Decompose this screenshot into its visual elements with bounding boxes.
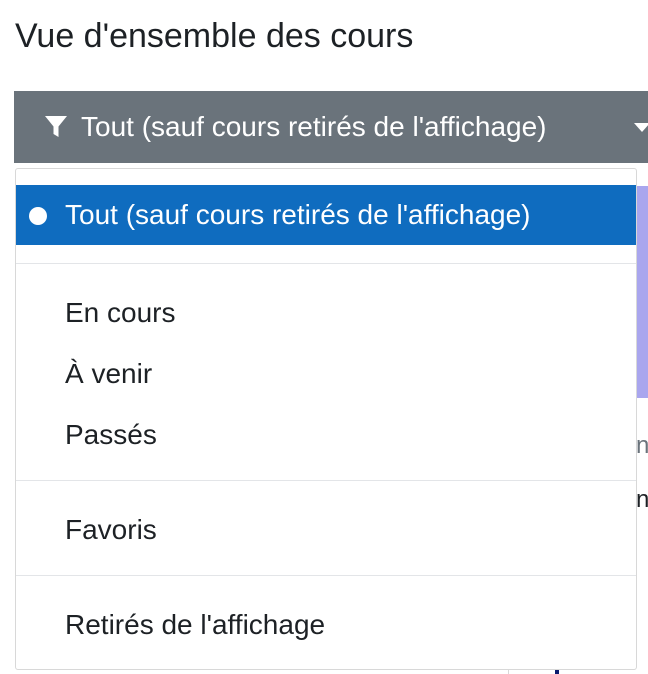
menu-divider	[16, 575, 636, 576]
menu-item-past[interactable]: Passés	[16, 406, 636, 464]
menu-item-label: À venir	[65, 358, 153, 389]
grouping-filter-button[interactable]: Tout (sauf cours retirés de l'affichage)	[14, 91, 648, 163]
grouping-filter-label: Tout (sauf cours retirés de l'affichage)	[81, 111, 547, 142]
menu-item-label: Passés	[65, 419, 157, 450]
course-category-text: nt	[636, 432, 648, 459]
menu-item-label: En cours	[65, 297, 176, 328]
course-card-image[interactable]	[636, 186, 648, 398]
grouping-dropdown-menu: Tout (sauf cours retirés de l'affichage)…	[15, 168, 637, 670]
menu-item-all[interactable]: Tout (sauf cours retirés de l'affichage)	[16, 185, 636, 245]
menu-item-label: Tout (sauf cours retirés de l'affichage)	[65, 199, 531, 230]
selected-bullet-icon	[29, 207, 47, 225]
page-title: Vue d'ensemble des cours	[15, 17, 414, 55]
menu-item-hidden[interactable]: Retirés de l'affichage	[16, 596, 636, 654]
menu-divider	[16, 480, 636, 481]
course-name-link[interactable]: nt	[636, 486, 648, 514]
menu-item-future[interactable]: À venir	[16, 345, 636, 403]
filter-icon	[45, 116, 67, 137]
menu-item-in-progress[interactable]: En cours	[16, 284, 636, 342]
menu-item-label: Favoris	[65, 514, 157, 545]
menu-item-label: Retirés de l'affichage	[65, 609, 326, 640]
menu-item-favourites[interactable]: Favoris	[16, 501, 636, 559]
menu-divider	[16, 263, 636, 264]
caret-down-icon	[634, 123, 648, 132]
